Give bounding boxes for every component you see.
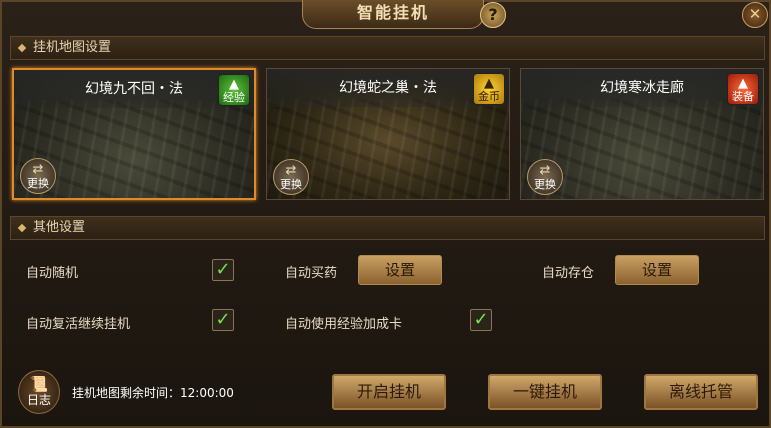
auto-store-settings-button[interactable]: 设置: [615, 255, 699, 285]
auto-random-checkbox[interactable]: ✓: [212, 259, 234, 281]
auto-store-label: 自动存仓: [542, 266, 595, 281]
close-icon[interactable]: ✕: [742, 2, 768, 28]
auto-battle-window: 智能挂机 ? ✕ 挂机地图设置 幻境九不回・法 ▲ 经验 ⇄ 更换 幻境蛇之巢・…: [0, 0, 771, 428]
map-settings-header: 挂机地图设置: [10, 36, 765, 60]
badge-label: 经验: [223, 91, 245, 104]
exp-badge: ▲ 经验: [218, 74, 250, 106]
offline-hosting-button[interactable]: 离线托管: [644, 374, 758, 410]
other-settings-title: 其他设置: [33, 220, 86, 235]
auto-exp-card-label: 自动使用经验加成卡: [285, 317, 403, 332]
swap-label: 更换: [27, 177, 49, 190]
other-settings-header: 其他设置: [10, 216, 765, 240]
map-card-2[interactable]: 幻境蛇之巢・法 ▲ 金币 ⇄ 更换: [266, 68, 510, 200]
timer-value: 12:00:00: [180, 386, 234, 400]
up-arrow-icon: ▲: [229, 77, 239, 92]
auto-revive-checkbox[interactable]: ✓: [212, 309, 234, 331]
start-auto-battle-button[interactable]: 开启挂机: [332, 374, 446, 410]
swap-map-button[interactable]: ⇄ 更换: [527, 159, 563, 195]
auto-exp-card-checkbox[interactable]: ✓: [470, 309, 492, 331]
up-arrow-icon: ▲: [738, 76, 748, 91]
log-label: 日志: [26, 393, 51, 407]
auto-buy-potion-label: 自动买药: [285, 266, 338, 281]
diamond-icon: [17, 223, 27, 233]
map-card-1[interactable]: 幻境九不回・法 ▲ 经验 ⇄ 更换: [12, 68, 256, 200]
diamond-icon: [17, 43, 27, 53]
help-icon[interactable]: ?: [480, 2, 506, 28]
swap-icon: ⇄: [539, 163, 551, 178]
swap-icon: ⇄: [285, 163, 297, 178]
remaining-time: 挂机地图剩余时间：12:00:00: [72, 384, 234, 401]
up-arrow-icon: ▲: [484, 76, 494, 91]
log-button[interactable]: 📜 日志: [18, 370, 60, 414]
auto-buy-potion-settings-button[interactable]: 设置: [358, 255, 442, 285]
swap-map-button[interactable]: ⇄ 更换: [20, 158, 56, 194]
window-title: 智能挂机: [302, 0, 484, 29]
swap-icon: ⇄: [32, 162, 44, 177]
timer-label: 挂机地图剩余时间：: [72, 386, 181, 400]
scroll-icon: 📜: [29, 375, 49, 393]
auto-revive-label: 自动复活继续挂机: [26, 317, 131, 332]
badge-label: 装备: [732, 90, 754, 103]
gold-badge: ▲ 金币: [473, 73, 505, 105]
equipment-badge: ▲ 装备: [727, 73, 759, 105]
badge-label: 金币: [478, 90, 500, 103]
swap-label: 更换: [280, 178, 302, 191]
auto-random-label: 自动随机: [26, 266, 79, 281]
swap-map-button[interactable]: ⇄ 更换: [273, 159, 309, 195]
map-card-3[interactable]: 幻境寒冰走廊 ▲ 装备 ⇄ 更换: [520, 68, 764, 200]
swap-label: 更换: [534, 178, 556, 191]
map-settings-title: 挂机地图设置: [33, 40, 112, 55]
one-click-auto-battle-button[interactable]: 一键挂机: [488, 374, 602, 410]
